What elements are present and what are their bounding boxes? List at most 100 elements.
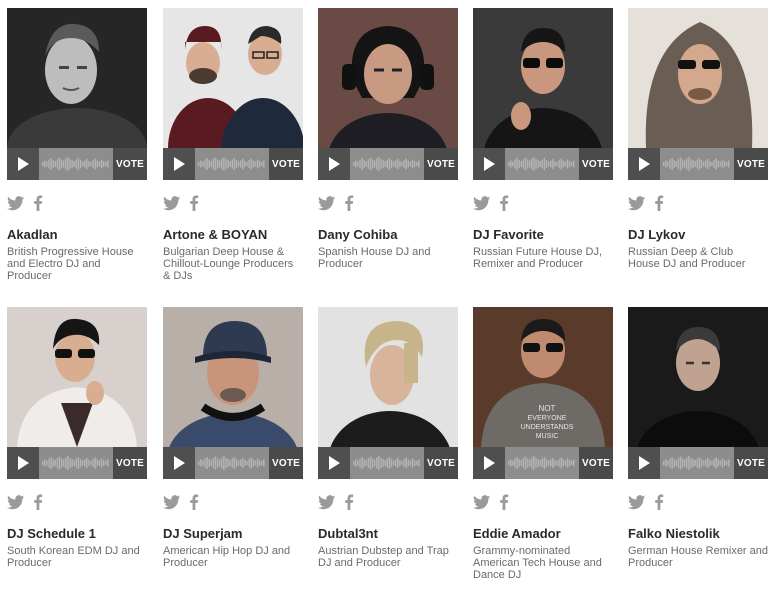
- artist-name[interactable]: DJ Superjam: [163, 526, 242, 541]
- play-button[interactable]: [7, 447, 39, 479]
- artist-description: South Korean EDM DJ and Producer: [7, 545, 140, 569]
- artist-photo[interactable]: [318, 307, 458, 447]
- waveform[interactable]: [39, 148, 113, 180]
- audio-player: VOTE: [318, 148, 458, 180]
- artist-description: American Hip Hop DJ and Producer: [163, 545, 291, 569]
- waveform[interactable]: [660, 148, 734, 180]
- facebook-icon[interactable]: [33, 494, 43, 510]
- twitter-icon[interactable]: [628, 494, 646, 510]
- facebook-icon[interactable]: [189, 195, 199, 211]
- play-icon: [329, 157, 340, 171]
- play-button[interactable]: [628, 148, 660, 180]
- facebook-icon[interactable]: [499, 494, 509, 510]
- vote-button[interactable]: VOTE: [579, 447, 613, 479]
- play-button[interactable]: [318, 447, 350, 479]
- play-button[interactable]: [7, 148, 39, 180]
- play-button[interactable]: [318, 148, 350, 180]
- play-button[interactable]: [163, 148, 195, 180]
- play-icon: [639, 157, 650, 171]
- social-links: [318, 193, 354, 213]
- artist-name[interactable]: Akadlan: [7, 227, 58, 242]
- artist-description: Russian Future House DJ, Remixer and Pro…: [473, 246, 602, 270]
- waveform[interactable]: [195, 447, 269, 479]
- artist-photo[interactable]: [628, 307, 768, 447]
- waveform[interactable]: [660, 447, 734, 479]
- artist-name[interactable]: Dubtal3nt: [318, 526, 378, 541]
- audio-player: VOTE: [7, 148, 147, 180]
- artist-name[interactable]: Falko Niestolik: [628, 526, 720, 541]
- waveform[interactable]: [195, 148, 269, 180]
- audio-player: VOTE: [163, 447, 303, 479]
- twitter-icon[interactable]: [628, 195, 646, 211]
- play-button[interactable]: [628, 447, 660, 479]
- artist-photo[interactable]: [473, 8, 613, 148]
- waveform[interactable]: [350, 447, 424, 479]
- waveform[interactable]: [350, 148, 424, 180]
- social-links: [628, 193, 664, 213]
- svg-text:MUSIC: MUSIC: [536, 433, 559, 440]
- svg-text:UNDERSTANDS: UNDERSTANDS: [521, 424, 574, 431]
- facebook-icon[interactable]: [189, 494, 199, 510]
- facebook-icon[interactable]: [344, 494, 354, 510]
- social-links: [628, 492, 664, 512]
- artist-name[interactable]: Artone & BOYAN: [163, 227, 267, 242]
- artist-name[interactable]: Dany Cohiba: [318, 227, 397, 242]
- audio-player: VOTE: [7, 447, 147, 479]
- vote-button[interactable]: VOTE: [424, 447, 458, 479]
- vote-button[interactable]: VOTE: [734, 447, 768, 479]
- artist-photo[interactable]: [7, 8, 147, 148]
- play-icon: [329, 456, 340, 470]
- artist-description: German House Remixer and Producer: [628, 545, 769, 569]
- vote-button[interactable]: VOTE: [113, 148, 147, 180]
- vote-button[interactable]: VOTE: [579, 148, 613, 180]
- artist-name[interactable]: DJ Favorite: [473, 227, 544, 242]
- social-links: [318, 492, 354, 512]
- social-links: [473, 492, 509, 512]
- artist-photo[interactable]: [7, 307, 147, 447]
- audio-player: VOTE: [473, 447, 613, 479]
- vote-button[interactable]: VOTE: [269, 447, 303, 479]
- waveform[interactable]: [505, 148, 579, 180]
- play-button[interactable]: [473, 447, 505, 479]
- social-links: [7, 492, 43, 512]
- twitter-icon[interactable]: [7, 494, 25, 510]
- svg-text:EVERYONE: EVERYONE: [528, 415, 567, 422]
- artist-description: Grammy-nominated American Tech House and…: [473, 545, 602, 581]
- play-button[interactable]: [473, 148, 505, 180]
- artist-name[interactable]: DJ Lykov: [628, 227, 685, 242]
- twitter-icon[interactable]: [7, 195, 25, 211]
- artist-name[interactable]: Eddie Amador: [473, 526, 561, 541]
- twitter-icon[interactable]: [318, 494, 336, 510]
- vote-button[interactable]: VOTE: [424, 148, 458, 180]
- artist-description: British Progressive House and Electro DJ…: [7, 246, 134, 282]
- artist-photo[interactable]: NOT EVERYONE UNDERSTANDS MUSIC: [473, 307, 613, 447]
- artist-name[interactable]: DJ Schedule 1: [7, 526, 96, 541]
- facebook-icon[interactable]: [654, 494, 664, 510]
- waveform[interactable]: [505, 447, 579, 479]
- twitter-icon[interactable]: [473, 195, 491, 211]
- artist-description: Russian Deep & Club House DJ and Produce…: [628, 246, 746, 270]
- twitter-icon[interactable]: [163, 494, 181, 510]
- facebook-icon[interactable]: [33, 195, 43, 211]
- artist-photo[interactable]: [163, 307, 303, 447]
- twitter-icon[interactable]: [318, 195, 336, 211]
- artist-photo[interactable]: [163, 8, 303, 148]
- facebook-icon[interactable]: [344, 195, 354, 211]
- waveform[interactable]: [39, 447, 113, 479]
- play-icon: [18, 157, 29, 171]
- vote-button[interactable]: VOTE: [113, 447, 147, 479]
- play-icon: [174, 157, 185, 171]
- vote-button[interactable]: VOTE: [269, 148, 303, 180]
- facebook-icon[interactable]: [654, 195, 664, 211]
- social-links: [7, 193, 43, 213]
- twitter-icon[interactable]: [163, 195, 181, 211]
- audio-player: VOTE: [628, 447, 768, 479]
- social-links: [163, 492, 199, 512]
- vote-button[interactable]: VOTE: [734, 148, 768, 180]
- play-button[interactable]: [163, 447, 195, 479]
- facebook-icon[interactable]: [499, 195, 509, 211]
- social-links: [473, 193, 509, 213]
- artist-photo[interactable]: [318, 8, 458, 148]
- twitter-icon[interactable]: [473, 494, 491, 510]
- artist-photo[interactable]: [628, 8, 768, 148]
